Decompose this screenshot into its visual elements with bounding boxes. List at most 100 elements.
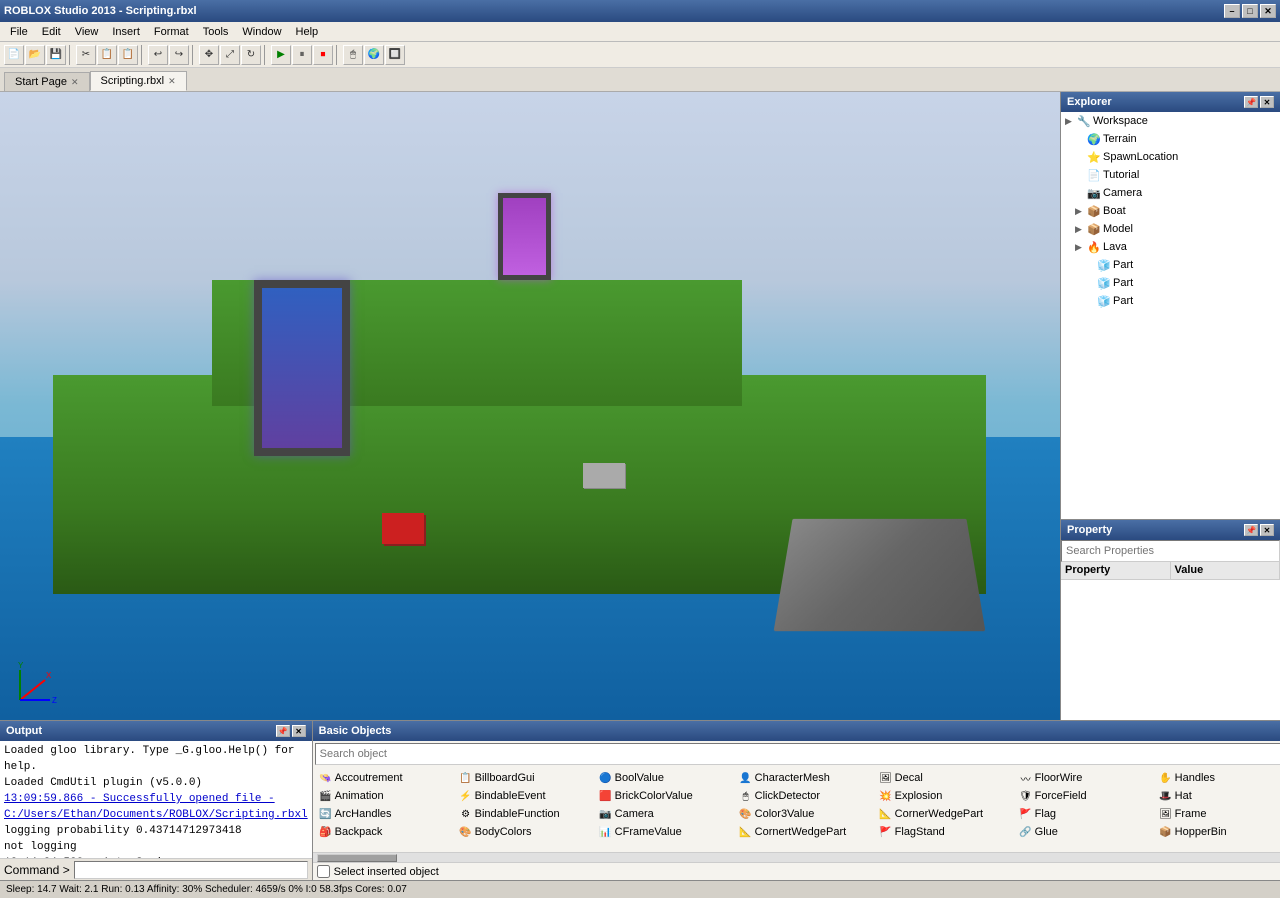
tb-redo[interactable]: ↪: [169, 45, 189, 65]
tab-scripting[interactable]: Scripting.rbxl ✕: [90, 71, 187, 91]
tree-label-part2: Part: [1113, 277, 1133, 289]
obj-bindablefunction[interactable]: ⚙ BindableFunction: [457, 805, 597, 823]
tree-part-1[interactable]: 🧊 Part: [1061, 256, 1280, 274]
tree-part-3[interactable]: 🧊 Part: [1061, 292, 1280, 310]
tb-stop[interactable]: ⏹: [313, 45, 333, 65]
obj-handles[interactable]: ✋ Handles: [1157, 769, 1280, 787]
tab-start-page-close[interactable]: ✕: [71, 77, 79, 88]
obj-accoutrement[interactable]: 👒 Accoutrement: [317, 769, 457, 787]
obj-boolvalue[interactable]: 🔵 BoolValue: [597, 769, 737, 787]
gray-rocks: [774, 519, 986, 631]
tree-workspace[interactable]: ▶ 🔧 Workspace: [1061, 112, 1280, 130]
obj-clickdetector[interactable]: 🖱 ClickDetector: [737, 787, 877, 805]
title-text: ROBLOX Studio 2013 - Scripting.rbxl: [4, 5, 197, 17]
close-button[interactable]: ✕: [1260, 4, 1276, 18]
tree-terrain[interactable]: 🌍 Terrain: [1061, 130, 1280, 148]
minimize-button[interactable]: –: [1224, 4, 1240, 18]
property-close-button[interactable]: ✕: [1260, 524, 1274, 536]
obj-glue[interactable]: 🔗 Glue: [1017, 823, 1157, 841]
tab-scripting-close[interactable]: ✕: [168, 76, 176, 87]
menu-edit[interactable]: Edit: [36, 24, 67, 40]
obj-backpack[interactable]: 🎒 Backpack: [317, 823, 457, 841]
tb-rotate[interactable]: ↻: [241, 45, 261, 65]
property-controls: 📌 ✕: [1244, 524, 1274, 536]
tb-move[interactable]: ✥: [199, 45, 219, 65]
output-line-3[interactable]: 13:09:59.866 - Successfully opened file …: [4, 791, 308, 823]
tree-camera[interactable]: 📷 Camera: [1061, 184, 1280, 202]
tb-snap[interactable]: 🔲: [385, 45, 405, 65]
tree-tutorial[interactable]: 📄 Tutorial: [1061, 166, 1280, 184]
menu-format[interactable]: Format: [148, 24, 195, 40]
obj-explosion[interactable]: 💥 Explosion: [877, 787, 1017, 805]
menu-insert[interactable]: Insert: [106, 24, 146, 40]
output-title: Output: [6, 725, 42, 737]
bottom-area: Output 📌 ✕ Loaded gloo library. Type _G.…: [0, 720, 1280, 880]
obj-hat[interactable]: 🎩 Hat: [1157, 787, 1280, 805]
output-controls: 📌 ✕: [276, 725, 306, 737]
tab-bar: Start Page ✕ Scripting.rbxl ✕: [0, 68, 1280, 92]
obj-flagstand[interactable]: 🚩 FlagStand: [877, 823, 1017, 841]
tb-cut[interactable]: ✂: [76, 45, 96, 65]
obj-flag[interactable]: 🚩 Flag: [1017, 805, 1157, 823]
output-pin-button[interactable]: 📌: [276, 725, 290, 737]
obj-floorwire[interactable]: 〰 FloorWire: [1017, 769, 1157, 787]
obj-billboardgui[interactable]: 📋 BillboardGui: [457, 769, 597, 787]
menu-window[interactable]: Window: [236, 24, 287, 40]
obj-charactermesh[interactable]: 👤 CharacterMesh: [737, 769, 877, 787]
menu-view[interactable]: View: [69, 24, 105, 40]
tree-part-2[interactable]: 🧊 Part: [1061, 274, 1280, 292]
tb-select[interactable]: 🖱: [343, 45, 363, 65]
obj-decal[interactable]: 🖼 Decal: [877, 769, 1017, 787]
obj-bodycolors[interactable]: 🎨 BodyColors: [457, 823, 597, 841]
property-search-input[interactable]: [1061, 540, 1280, 562]
menu-file[interactable]: File: [4, 24, 34, 40]
output-close-button[interactable]: ✕: [292, 725, 306, 737]
menu-help[interactable]: Help: [290, 24, 325, 40]
tb-pause[interactable]: ⏸: [292, 45, 312, 65]
obj-archandles[interactable]: 🔄 ArcHandles: [317, 805, 457, 823]
obj-bindableevent[interactable]: ⚡ BindableEvent: [457, 787, 597, 805]
tb-open[interactable]: 📂: [25, 45, 45, 65]
objects-horizontal-scrollbar[interactable]: [313, 852, 1280, 862]
obj-cframevalue[interactable]: 📊 CFrameValue: [597, 823, 737, 841]
select-inserted-checkbox[interactable]: [317, 865, 330, 878]
tree-boat[interactable]: ▶ 📦 Boat: [1061, 202, 1280, 220]
obj-billboardgui-label: BillboardGui: [475, 772, 535, 784]
obj-animation[interactable]: 🎬 Animation: [317, 787, 457, 805]
obj-frame[interactable]: 🖼 Frame: [1157, 805, 1280, 823]
tab-start-page[interactable]: Start Page ✕: [4, 72, 90, 91]
menu-tools[interactable]: Tools: [197, 24, 235, 40]
tb-save[interactable]: 💾: [46, 45, 66, 65]
obj-forcefield[interactable]: 🛡 ForceField: [1017, 787, 1157, 805]
explorer-close-button[interactable]: ✕: [1260, 96, 1274, 108]
horiz-scroll-thumb[interactable]: [317, 854, 397, 862]
obj-color3value[interactable]: 🎨 Color3Value: [737, 805, 877, 823]
tb-play[interactable]: ▶: [271, 45, 291, 65]
obj-camera[interactable]: 📷 Camera: [597, 805, 737, 823]
tb-paste[interactable]: 📋: [118, 45, 138, 65]
tb-new[interactable]: 📄: [4, 45, 24, 65]
obj-hopperbin[interactable]: 📦 HopperBin: [1157, 823, 1280, 841]
tree-model[interactable]: ▶ 📦 Model: [1061, 220, 1280, 238]
explorer-tree[interactable]: ▶ 🔧 Workspace 🌍 Terrain ⭐ SpawnLocation: [1061, 112, 1280, 519]
obj-brickcolorvalue[interactable]: 🟥 BrickColorValue: [597, 787, 737, 805]
maximize-button[interactable]: □: [1242, 4, 1258, 18]
obj-cornerwedgepart2[interactable]: 📐 CornertWedgePart: [737, 823, 877, 841]
tree-spawnlocation[interactable]: ⭐ SpawnLocation: [1061, 148, 1280, 166]
tb-undo[interactable]: ↩: [148, 45, 168, 65]
obj-bindableevent-label: BindableEvent: [475, 790, 546, 802]
animation-icon: 🎬: [319, 789, 333, 803]
command-input[interactable]: [74, 861, 308, 879]
tb-scale[interactable]: ⤢: [220, 45, 240, 65]
search-object-input[interactable]: [315, 743, 1280, 765]
obj-cornerwedgepart[interactable]: 📐 CornerWedgePart: [877, 805, 1017, 823]
portal-upper-frame: [498, 193, 551, 281]
tb-copy[interactable]: 📋: [97, 45, 117, 65]
obj-camera-label: Camera: [615, 808, 654, 820]
tree-lava[interactable]: ▶ 🔥 Lava: [1061, 238, 1280, 256]
property-pin-button[interactable]: 📌: [1244, 524, 1258, 536]
viewport-canvas[interactable]: X Y Z: [0, 92, 1060, 720]
explorer-pin-button[interactable]: 📌: [1244, 96, 1258, 108]
tb-terrain[interactable]: 🌍: [364, 45, 384, 65]
viewport[interactable]: X Y Z: [0, 92, 1060, 720]
